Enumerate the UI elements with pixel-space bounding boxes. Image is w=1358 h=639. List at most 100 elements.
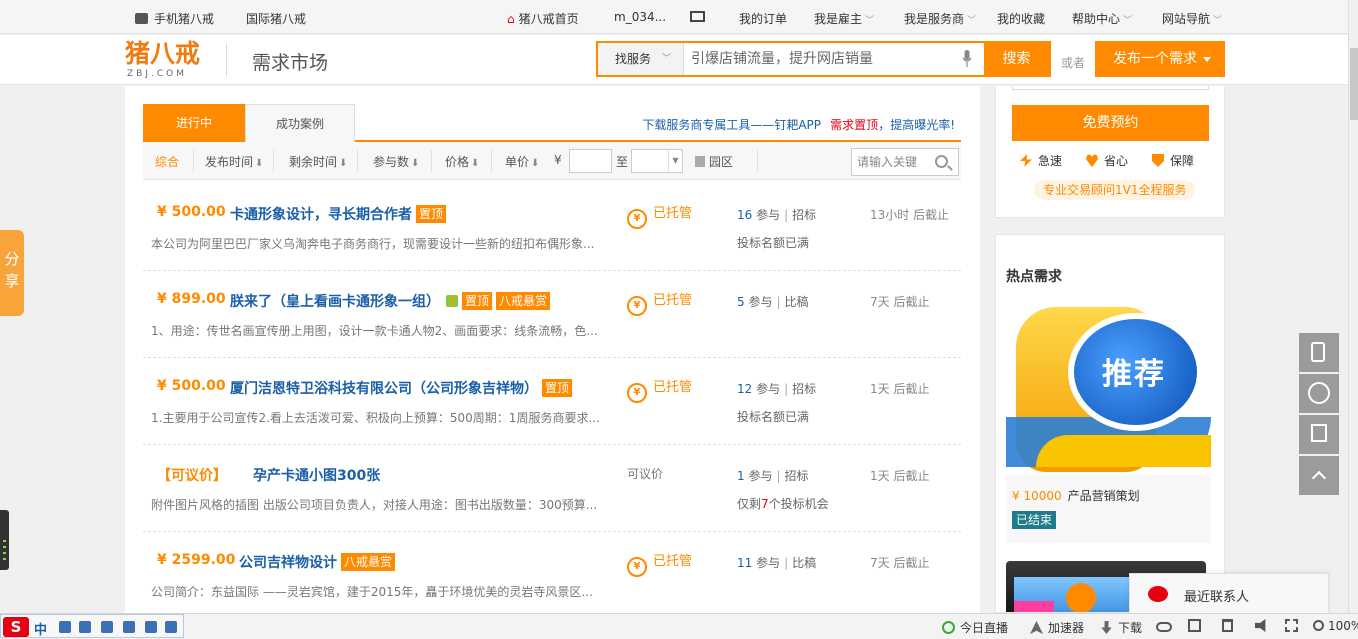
task-row[interactable]: ¥ 2599.00 公司吉祥物设计 八戒悬赏 公司简介：东益国际 ——灵岩宾馆，建… — [143, 532, 961, 619]
ime-language[interactable]: 中 — [34, 619, 47, 638]
search-icon[interactable] — [935, 155, 948, 168]
punctuation-icon[interactable] — [79, 621, 91, 633]
volume-icon[interactable] — [1255, 619, 1273, 633]
link-icon[interactable] — [1156, 619, 1177, 633]
status-badge: 已结束 — [1012, 511, 1057, 529]
publish-demand-button[interactable]: 发布一个需求 — [1095, 41, 1225, 77]
microphone-icon[interactable] — [962, 50, 972, 68]
tools-icon[interactable] — [165, 621, 177, 633]
search-input[interactable] — [685, 43, 985, 75]
sort-arrow-icon: ⬇ — [411, 158, 420, 169]
user-icon[interactable] — [123, 621, 135, 633]
home-link[interactable]: ⌂ 猪八戒首页 — [507, 10, 579, 27]
task-row[interactable]: 【可议价】 孕产卡通小图300张 附件图片风格的插图 出版公司项目负责人，对接人… — [143, 445, 961, 532]
coin-icon: ¥ — [627, 209, 647, 229]
reward-tag: 八戒悬赏 — [341, 553, 396, 571]
feedback-button[interactable] — [1299, 415, 1339, 454]
chevron-down-icon[interactable]: ▼ — [668, 150, 682, 172]
task-price: ¥ 500.00 — [157, 378, 226, 394]
park-filter[interactable]: 园区 — [695, 153, 733, 170]
provider-menu[interactable]: 我是服务商 ﹀ — [904, 10, 976, 27]
to-label: 至 — [616, 155, 629, 169]
sort-arrow-icon: ⬇ — [531, 158, 540, 169]
task-title-link[interactable]: 孕产卡通小图300张 — [253, 465, 380, 485]
keyboard-icon[interactable] — [101, 621, 113, 633]
skin-icon[interactable] — [145, 621, 157, 633]
help-menu[interactable]: 帮助中心 ﹀ — [1072, 10, 1132, 27]
accelerator-link[interactable]: 加速器 — [1030, 619, 1084, 636]
live-link[interactable]: 今日直播 — [942, 619, 1008, 636]
sort-participants[interactable]: 参与数 ⬇ — [373, 153, 419, 170]
site-nav-menu[interactable]: 网站导航 ﹀ — [1162, 10, 1222, 27]
zoom-control[interactable]: 100% — [1313, 619, 1358, 633]
favorites-link[interactable]: 我的收藏 — [997, 10, 1045, 27]
customer-service-button[interactable] — [1299, 374, 1339, 413]
task-description: 1.主要用于公司宣传2.看上去活泼可爱、积极向上预算：500周期：1周服务商要求… — [151, 411, 600, 425]
recent-contacts-panel[interactable]: 最近联系人 — [1129, 573, 1329, 613]
download-app-link[interactable]: 下载服务商专属工具——钉耙APP — [642, 116, 821, 133]
task-title-link[interactable]: 朕来了（皇上看画卡通形象一组） 置顶 八戒悬赏 — [230, 291, 551, 311]
back-to-top-button[interactable] — [1299, 456, 1339, 495]
mobile-app-button[interactable] — [1299, 333, 1339, 372]
task-row[interactable]: ¥ 500.00 卡通形象设计，寻长期合作者 置顶 本公司为阿里巴巴厂家义乌淘奔电… — [143, 184, 961, 271]
user-name-link[interactable]: m_034... — [614, 10, 666, 24]
sort-all[interactable]: 综合 — [155, 153, 179, 170]
sort-unit-price[interactable]: 单价 ⬇ — [505, 153, 539, 170]
pages-icon[interactable] — [1188, 619, 1206, 633]
ime-toolbar[interactable]: S 中 — [0, 614, 184, 638]
search-type-select[interactable]: 找服务 ﹀ — [598, 43, 684, 75]
moon-icon[interactable] — [59, 621, 71, 633]
chevron-down-icon: ﹀ — [865, 16, 875, 26]
search-button[interactable]: 搜索 — [984, 43, 1049, 75]
min-price-input[interactable] — [569, 149, 612, 173]
task-title-link[interactable]: 公司吉祥物设计 八戒悬赏 — [239, 552, 396, 572]
side-widget[interactable] — [0, 510, 9, 570]
lightning-icon — [1020, 154, 1032, 167]
keyword-input[interactable] — [852, 149, 932, 175]
gift-icon — [446, 295, 458, 307]
top-bar: 手机猪八戒 国际猪八戒 ⌂ 猪八戒首页 m_034... 我的订单 我是雇主 ﹀ 我… — [0, 0, 1348, 34]
zoom-icon — [1313, 620, 1324, 631]
task-row[interactable]: ¥ 899.00 朕来了（皇上看画卡通形象一组） 置顶 八戒悬赏 1、用途：传世名画… — [143, 271, 961, 358]
scrollbar-thumb[interactable] — [1350, 48, 1358, 120]
hot-demand-card[interactable]: 推荐 ¥ 10000 产品营销策划 已结束 — [1006, 297, 1211, 543]
task-description: 公司简介：东益国际 ——灵岩宾馆，建于2015年，矗于环境优美的灵岩寺风景区..… — [151, 585, 593, 599]
sort-publish-time[interactable]: 发布时间 ⬇ — [205, 153, 263, 170]
bid-note: 投标名额已满 — [737, 236, 810, 250]
sort-price[interactable]: 价格 ⬇ — [445, 153, 479, 170]
promo-link[interactable]: 需求置顶，提高曝光率! — [830, 116, 955, 133]
sort-remaining-time[interactable]: 剩余时间 ⬇ — [289, 153, 347, 170]
caret-down-icon — [1203, 57, 1211, 62]
tab-success-cases[interactable]: 成功案例 — [245, 104, 355, 142]
float-toolbar — [1299, 333, 1339, 496]
message-icon[interactable] — [690, 11, 705, 25]
task-row[interactable]: ¥ 500.00 厦门洁恩特卫浴科技有限公司（公司形象吉祥物） 置顶 1.主要用于… — [143, 358, 961, 445]
employer-menu[interactable]: 我是雇主 ﹀ — [814, 10, 874, 27]
play-icon — [942, 621, 955, 634]
zbj-logo[interactable]: 猪八戒 ZBJ.COM — [125, 39, 200, 79]
chevron-down-icon: ﹀ — [967, 16, 977, 26]
my-orders-link[interactable]: 我的订单 — [739, 10, 787, 27]
phone-input[interactable] — [1012, 86, 1209, 90]
headset-icon — [1308, 382, 1330, 404]
chevron-up-icon — [1311, 470, 1327, 486]
max-price-input[interactable]: ▼ — [631, 149, 683, 173]
fullscreen-icon[interactable] — [1285, 619, 1303, 633]
mobile-link[interactable]: 手机猪八戒 — [135, 10, 214, 27]
task-title-link[interactable]: 卡通形象设计，寻长期合作者 置顶 — [230, 204, 447, 224]
home-icon: ⌂ — [507, 12, 515, 26]
trash-icon[interactable] — [1222, 619, 1238, 633]
bid-note: 投标名额已满 — [737, 410, 810, 424]
page-title: 需求市场 — [252, 52, 329, 74]
tab-in-progress[interactable]: 进行中 — [143, 104, 245, 142]
share-tab[interactable]: 分享 — [0, 230, 24, 316]
scrollbar[interactable] — [1348, 0, 1358, 613]
task-title-link[interactable]: 厦门洁恩特卫浴科技有限公司（公司形象吉祥物） 置顶 — [230, 378, 573, 398]
chevron-down-icon: ﹀ — [1213, 16, 1223, 26]
free-reserve-button[interactable]: 免费预约 — [1012, 105, 1209, 141]
building-icon — [695, 156, 705, 167]
intl-link[interactable]: 国际猪八戒 — [246, 10, 306, 27]
heart-icon — [1086, 154, 1098, 167]
negotiable-label: 可议价 — [627, 467, 664, 481]
download-link[interactable]: 下载 — [1100, 619, 1142, 636]
